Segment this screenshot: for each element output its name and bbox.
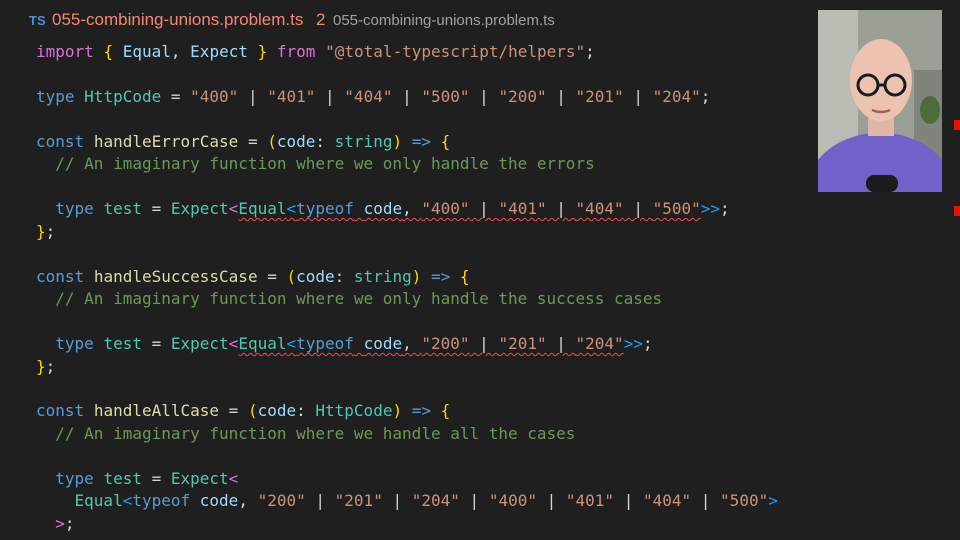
code-line-15: >; xyxy=(55,514,75,533)
string-literal: "@total-typescript/helpers" xyxy=(325,42,586,61)
code-line-2: type HttpCode = "400" | "401" | "404" | … xyxy=(36,87,711,106)
brace: { xyxy=(103,42,114,61)
tab-description: 055-combining-unions.problem.ts xyxy=(333,12,555,29)
import-name: Expect xyxy=(190,42,248,61)
code-line-9: type test = Expect<Equal<typeof code, "2… xyxy=(55,334,653,353)
function-name: handleAllCase xyxy=(93,401,220,420)
code-line-11: const handleAllCase = (code: HttpCode) =… xyxy=(36,401,451,420)
type-name: HttpCode xyxy=(84,87,162,106)
code-line-7: const handleSuccessCase = (code: string)… xyxy=(36,267,470,286)
type-error-squiggle[interactable]: Equal<typeof code, "200" | "201" | "204" xyxy=(238,334,623,353)
type-error-squiggle[interactable]: Equal<typeof code, "400" | "401" | "404"… xyxy=(238,199,700,218)
code-editor[interactable]: import { Equal, Expect } from "@total-ty… xyxy=(0,42,960,540)
scrollbar-error-marker[interactable] xyxy=(954,120,960,130)
code-comment: // An imaginary function where we only h… xyxy=(36,154,595,173)
code-comment: // An imaginary function where we handle… xyxy=(36,424,576,443)
code-line-13: type test = Expect< xyxy=(55,469,239,488)
keyword: type xyxy=(36,87,75,106)
code-line-14: Equal<typeof code, "200" | "201" | "204"… xyxy=(74,491,778,510)
keyword: import xyxy=(36,42,94,61)
problem-count-badge: 2 xyxy=(316,10,326,29)
function-name: handleErrorCase xyxy=(93,132,239,151)
editor-tab-bar: TS 055-combining-unions.problem.ts 2 055… xyxy=(0,0,960,42)
code-line-3: const handleErrorCase = (code: string) =… xyxy=(36,132,451,151)
presenter-webcam xyxy=(818,10,942,192)
code-line-1: import { Equal, Expect } from "@total-ty… xyxy=(36,42,595,61)
code-line-6: }; xyxy=(36,222,56,241)
keyword: from xyxy=(276,42,316,61)
typescript-file-icon: TS xyxy=(29,13,46,28)
import-name: Equal xyxy=(122,42,171,61)
function-name: handleSuccessCase xyxy=(93,267,258,286)
presenter-video-feed-icon xyxy=(818,10,942,192)
tab-filename[interactable]: 055-combining-unions.problem.ts xyxy=(52,10,303,30)
code-line-10: }; xyxy=(36,357,56,376)
code-line-5: type test = Expect<Equal<typeof code, "4… xyxy=(55,199,730,218)
code-comment: // An imaginary function where we only h… xyxy=(36,289,663,308)
brace: } xyxy=(257,42,268,61)
scrollbar-error-marker[interactable] xyxy=(954,206,960,216)
